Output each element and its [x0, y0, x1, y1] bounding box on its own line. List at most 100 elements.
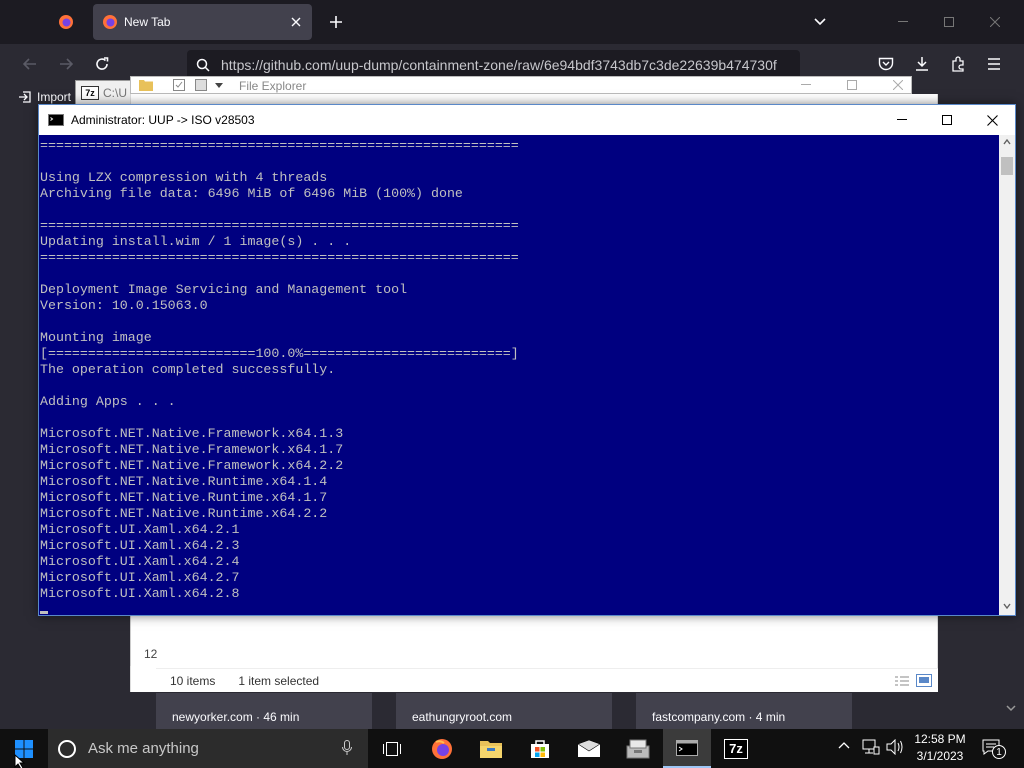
forward-button[interactable] [52, 50, 80, 78]
browser-tab-bar: New Tab [0, 0, 1024, 44]
maximize-icon [847, 80, 857, 90]
close-icon [893, 80, 903, 90]
console-output[interactable]: ========================================… [39, 135, 999, 615]
firefox-icon [432, 738, 452, 759]
scroll-up-icon[interactable] [1003, 139, 1011, 145]
taskbar-7zip[interactable]: 7z [712, 729, 760, 768]
list-all-tabs-button[interactable] [806, 8, 834, 36]
console-icon [48, 114, 64, 126]
explorer-maximize-button[interactable] [837, 77, 867, 93]
scrollbar-thumb[interactable] [1001, 157, 1013, 175]
console-line: ========================================… [40, 218, 519, 233]
task-view-button[interactable] [368, 729, 416, 768]
url-text: https://github.com/uup-dump/containment-… [221, 57, 777, 73]
status-item-count: 10 items [170, 673, 216, 688]
volume-icon [886, 739, 903, 755]
console-title: Administrator: UUP -> ISO v28503 [71, 113, 255, 127]
network-button[interactable] [862, 739, 880, 757]
console-line: ========================================… [40, 250, 519, 265]
pocket-button[interactable] [872, 50, 900, 78]
large-icons-view-icon[interactable] [916, 674, 932, 687]
news-card-source: newyorker.com · 46 min [172, 710, 300, 724]
browser-close-button[interactable] [972, 0, 1018, 44]
taskbar-console[interactable] [663, 729, 711, 768]
network-icon [862, 739, 880, 755]
status-selection: 1 item selected [238, 673, 320, 688]
news-card[interactable]: eathungryroot.com [396, 693, 612, 729]
news-card[interactable]: newyorker.com · 46 min [156, 693, 372, 729]
extensions-button[interactable] [944, 50, 972, 78]
scroll-down-icon[interactable] [1003, 603, 1011, 609]
console-close-button[interactable] [969, 105, 1015, 135]
console-line: Microsoft.NET.Native.Framework.x64.2.2 [40, 458, 344, 473]
explorer-title: File Explorer [239, 79, 307, 93]
plus-icon [330, 16, 342, 28]
console-line: ========================================… [40, 138, 519, 153]
action-center-button[interactable]: 1 [980, 737, 1008, 761]
console-minimize-button[interactable] [879, 105, 925, 135]
firefox-pinned-tab[interactable] [48, 4, 84, 40]
console-titlebar[interactable]: Administrator: UUP -> ISO v28503 [39, 105, 1015, 135]
taskbar-store[interactable] [516, 729, 564, 768]
page-scroll-down-icon[interactable] [1006, 704, 1020, 718]
app-menu-button[interactable] [980, 50, 1008, 78]
taskbar-file-explorer[interactable] [467, 729, 515, 768]
minimize-icon [897, 119, 907, 120]
folder-icon [480, 740, 502, 758]
volume-button[interactable] [886, 739, 904, 757]
tab-title: New Tab [124, 15, 171, 29]
reload-button[interactable] [88, 50, 116, 78]
tab-new-tab[interactable]: New Tab [93, 4, 312, 40]
show-hidden-icons-button[interactable] [838, 741, 854, 755]
console-window[interactable]: Administrator: UUP -> ISO v28503 =======… [38, 104, 1016, 616]
chevron-down-icon [814, 18, 826, 26]
details-view-icon[interactable] [894, 675, 910, 687]
news-card[interactable]: fastcompany.com · 4 min [636, 693, 852, 729]
explorer-minimize-button[interactable] [791, 77, 821, 93]
quick-access-dropdown-icon[interactable] [215, 83, 223, 89]
taskbar-search[interactable]: Ask me anything [48, 729, 368, 768]
console-line: Version: 10.0.15063.0 [40, 298, 208, 313]
back-button[interactable] [16, 50, 44, 78]
console-line: Microsoft.NET.Native.Runtime.x64.2.2 [40, 506, 328, 521]
close-tab-icon[interactable] [286, 12, 306, 32]
hamburger-menu-icon [988, 58, 1000, 70]
forward-arrow-icon [60, 58, 73, 70]
console-maximize-button[interactable] [924, 105, 970, 135]
console-scrollbar[interactable] [999, 135, 1015, 615]
chevron-up-icon [838, 742, 850, 749]
console-line: Updating install.wim / 1 image(s) . . . [40, 234, 352, 249]
minimize-icon [898, 21, 908, 22]
taskbar-firefox[interactable] [418, 729, 466, 768]
console-line: Adding Apps . . . [40, 394, 176, 409]
console-line: Microsoft.UI.Xaml.x64.2.7 [40, 570, 240, 585]
firefox-icon [59, 15, 73, 29]
console-line: Mounting image [40, 330, 152, 345]
console-line: Deployment Image Servicing and Managemen… [40, 282, 408, 297]
browser-minimize-button[interactable] [880, 0, 926, 44]
browser-maximize-button[interactable] [926, 0, 972, 44]
console-cursor [40, 611, 48, 614]
console-line: [==========================100.0%=======… [40, 346, 519, 361]
microphone-icon[interactable] [342, 740, 352, 756]
cortana-icon [58, 739, 76, 758]
clock[interactable]: 12:58 PM 3/1/2023 [910, 731, 970, 767]
explorer-close-button[interactable] [883, 77, 913, 93]
downloads-button[interactable] [908, 50, 936, 78]
store-icon [531, 739, 549, 758]
import-bookmarks-button[interactable]: Import [18, 90, 71, 104]
taskbar-app[interactable] [614, 729, 662, 768]
properties-icon[interactable] [173, 79, 185, 91]
console-line: The operation completed successfully. [40, 362, 336, 377]
console-line: Microsoft.NET.Native.Framework.x64.1.7 [40, 442, 344, 457]
console-line: Microsoft.UI.Xaml.x64.2.3 [40, 538, 240, 553]
new-tab-button[interactable] [322, 8, 350, 36]
taskbar-mail[interactable] [565, 729, 613, 768]
console-line: Microsoft.UI.Xaml.x64.2.4 [40, 554, 240, 569]
console-text: ========================================… [40, 138, 999, 602]
new-folder-icon[interactable] [195, 79, 207, 91]
close-icon [990, 17, 1000, 27]
